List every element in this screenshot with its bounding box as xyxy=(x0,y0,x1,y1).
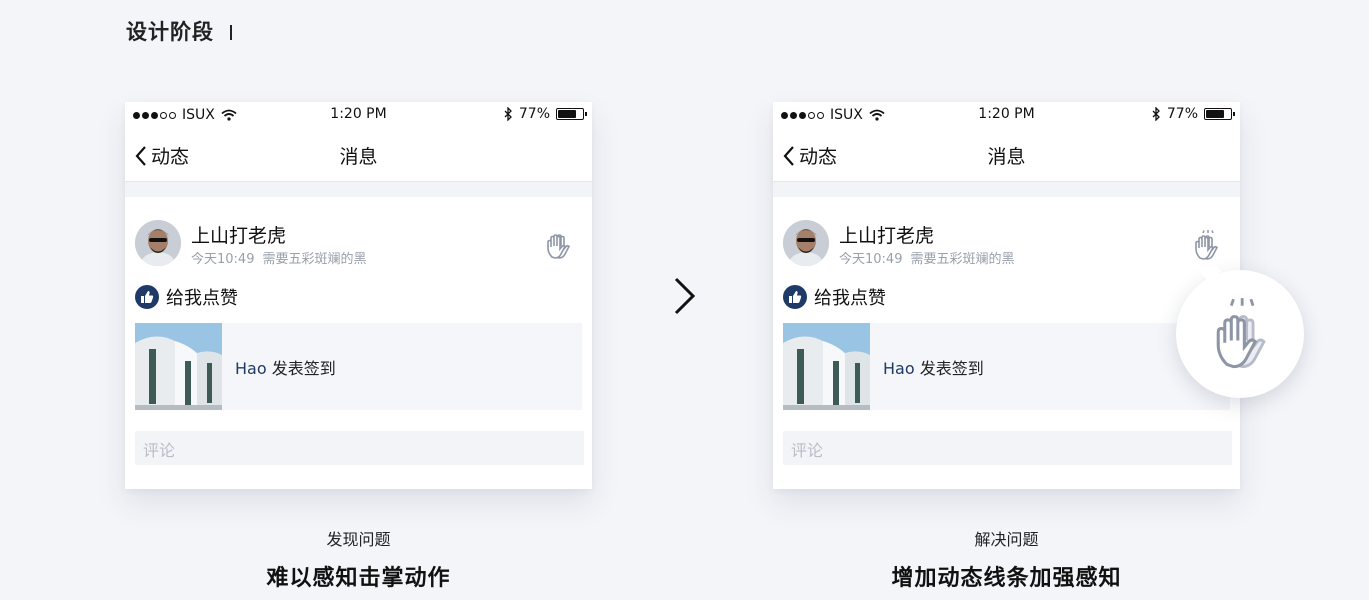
headline-problem: 难以感知击掌动作 xyxy=(266,566,451,591)
like-text: 给我点赞 xyxy=(814,288,886,309)
section-gap xyxy=(125,182,592,197)
building-thumbnail xyxy=(783,323,870,410)
battery-icon xyxy=(556,108,587,120)
post-header: 上山打老虎 今天10:49 需要五彩斑斓的黑 xyxy=(125,197,592,277)
share-card[interactable]: Hao 发表签到 xyxy=(783,323,1230,410)
building-thumbnail xyxy=(135,323,222,410)
thumbs-up-icon xyxy=(783,285,807,309)
thumbs-up-icon xyxy=(135,285,159,309)
battery-percent: 77% xyxy=(1166,106,1198,122)
nav-title: 消息 xyxy=(987,146,1026,168)
nav-bar: 动态 消息 xyxy=(773,128,1240,182)
share-user[interactable]: Hao xyxy=(883,359,915,378)
post-time: 今天10:49 xyxy=(839,252,903,267)
share-text: Hao 发表签到 xyxy=(883,355,984,379)
clap-hand-icon[interactable] xyxy=(1190,230,1222,262)
post-meta: 今天10:49 需要五彩斑斓的黑 xyxy=(191,248,374,267)
share-user[interactable]: Hao xyxy=(235,359,267,378)
avatar[interactable] xyxy=(135,220,181,266)
like-row: 给我点赞 xyxy=(125,277,592,317)
headline-solution: 增加动态线条加强感知 xyxy=(891,566,1122,591)
nav-title: 消息 xyxy=(339,146,378,168)
post-meta: 今天10:49 需要五彩斑斓的黑 xyxy=(839,248,1022,267)
share-card[interactable]: Hao 发表签到 xyxy=(135,323,582,410)
section-gap xyxy=(773,182,1240,197)
bluetooth-icon xyxy=(1152,107,1160,121)
post-subtitle: 需要五彩斑斓的黑 xyxy=(910,252,1015,267)
post-time: 今天10:49 xyxy=(191,252,255,267)
clap-animation-bubble xyxy=(1176,270,1304,398)
caption-solution: 解决问题 xyxy=(974,530,1039,549)
post-header: 上山打老虎 今天10:49 需要五彩斑斓的黑 xyxy=(773,197,1240,277)
chevron-right-icon xyxy=(674,277,696,315)
avatar[interactable] xyxy=(783,220,829,266)
share-action: 发表签到 xyxy=(919,358,984,378)
clap-hand-icon xyxy=(1216,298,1266,369)
battery-icon xyxy=(1204,108,1235,120)
comment-input[interactable]: 评论 xyxy=(783,431,1232,465)
caption-problem: 发现问题 xyxy=(326,530,391,549)
comment-input[interactable]: 评论 xyxy=(135,431,584,465)
battery-percent: 77% xyxy=(518,106,550,122)
post-subtitle: 需要五彩斑斓的黑 xyxy=(262,252,367,267)
phone-mockup-before: ISUX 1:20 PM 77% 动态 消息 上山打老虎 今天10:49 需要五彩… xyxy=(125,102,592,489)
status-bar: ISUX 1:20 PM 77% xyxy=(125,102,592,128)
phone-mockup-after: ISUX 1:20 PM 77% 动态 消息 上山打老虎 今天10:49 需要五彩… xyxy=(773,102,1304,489)
nav-bar: 动态 消息 xyxy=(125,128,592,182)
share-text: Hao 发表签到 xyxy=(235,355,336,379)
status-bar: ISUX 1:20 PM 77% xyxy=(773,102,1240,128)
clap-hand-icon[interactable] xyxy=(542,230,574,262)
page-title: 设计阶段 xyxy=(126,16,232,46)
title-divider xyxy=(230,25,232,40)
username[interactable]: 上山打老虎 xyxy=(839,221,934,248)
share-action: 发表签到 xyxy=(271,358,336,378)
username[interactable]: 上山打老虎 xyxy=(191,221,286,248)
like-text: 给我点赞 xyxy=(166,288,238,309)
bluetooth-icon xyxy=(504,107,512,121)
like-row: 给我点赞 xyxy=(773,277,1240,317)
